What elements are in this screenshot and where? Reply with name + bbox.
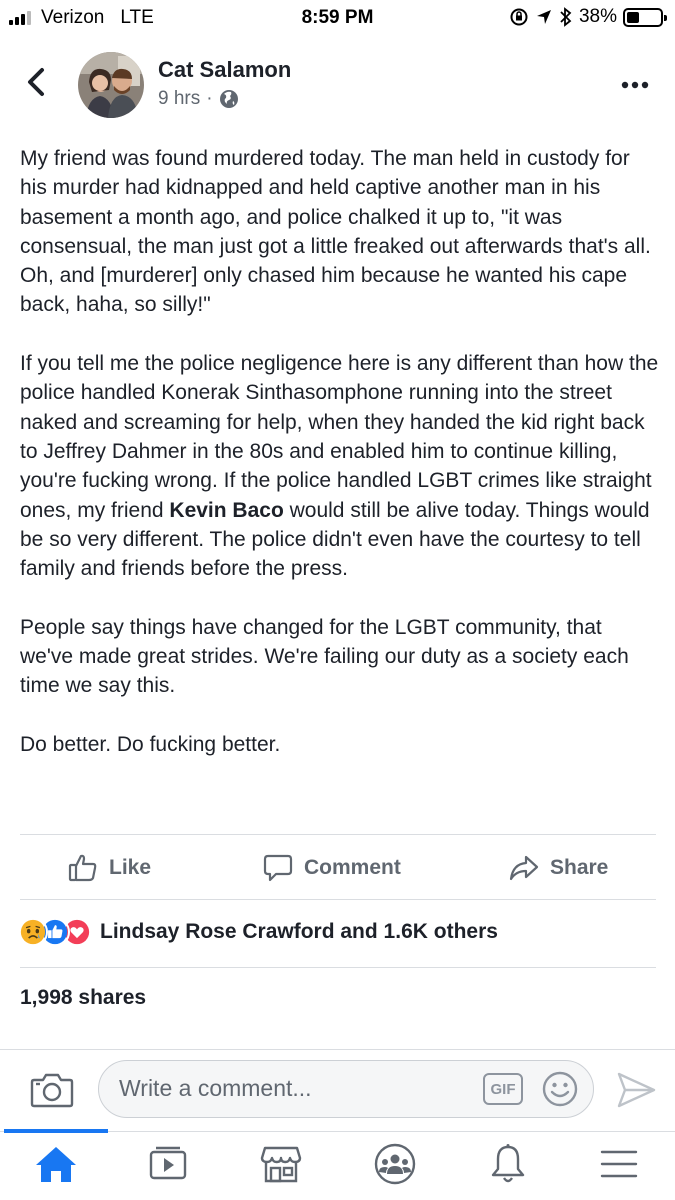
post-paragraph-2: If you tell me the police negligence her… (20, 349, 660, 583)
smiley-icon (542, 1071, 578, 1107)
camera-button[interactable] (30, 1070, 74, 1110)
like-button[interactable]: Like (67, 848, 151, 888)
more-horizontal-icon (621, 81, 649, 89)
nav-marketplace[interactable] (256, 1142, 306, 1186)
gif-button[interactable]: GIF (483, 1073, 523, 1105)
menu-icon (600, 1150, 638, 1178)
notifications-icon (491, 1144, 525, 1183)
battery-percent: 38% (578, 6, 617, 27)
speech-bubble-icon (263, 854, 293, 882)
comment-button[interactable]: Comment (262, 848, 401, 888)
status-right: 38% (509, 6, 667, 28)
share-label: Share (550, 856, 609, 879)
orientation-lock-icon (510, 8, 528, 26)
nav-home[interactable] (31, 1142, 81, 1186)
tagged-friend-link[interactable]: Kevin Baco (169, 499, 283, 522)
back-button[interactable] (22, 62, 52, 102)
watch-icon (149, 1146, 187, 1180)
send-icon (617, 1072, 656, 1108)
like-label: Like (109, 856, 152, 879)
reactions-summary[interactable]: Lindsay Rose Crawford and 1.6K others (18, 917, 498, 947)
post-body: My friend was found murdered today. The … (20, 144, 660, 789)
nav-notifications[interactable] (483, 1142, 533, 1186)
emoji-button[interactable] (541, 1070, 579, 1108)
comment-box: GIF (98, 1060, 594, 1118)
divider (20, 967, 656, 968)
divider (20, 834, 656, 835)
location-arrow-icon (536, 10, 551, 24)
bluetooth-icon (560, 7, 572, 27)
shares-count[interactable]: 1,998 shares (20, 986, 146, 1010)
post-paragraph-1: My friend was found murdered today. The … (20, 147, 651, 317)
home-icon (36, 1147, 76, 1182)
camera-icon (30, 1073, 74, 1108)
sad-reaction-icon (18, 917, 48, 947)
chevron-left-icon (28, 68, 44, 96)
nav-groups[interactable] (370, 1142, 420, 1186)
paragraph-2-text-before: If you tell me the police negligence her… (20, 352, 659, 522)
author-avatar[interactable] (78, 52, 144, 118)
battery-fill (627, 11, 640, 23)
groups-icon (374, 1143, 416, 1185)
reactions-text[interactable]: Lindsay Rose Crawford and 1.6K others (100, 920, 498, 944)
post-paragraph-4: Do better. Do fucking better. (20, 732, 281, 756)
nav-watch[interactable] (143, 1142, 193, 1186)
status-bar: Verizon LTE 8:59 PM 38% (0, 0, 675, 36)
send-button[interactable] (614, 1070, 658, 1110)
divider (20, 899, 656, 900)
post-meta: 9 hrs · (158, 88, 239, 110)
thumbs-up-icon (68, 854, 97, 882)
battery-icon (623, 7, 667, 27)
post-paragraph-3: People say things have changed for the L… (20, 615, 629, 698)
marketplace-icon (260, 1146, 302, 1183)
reaction-icons (18, 917, 92, 947)
author-name[interactable]: Cat Salamon (158, 57, 291, 83)
active-tab-indicator (4, 1129, 108, 1133)
globe-icon[interactable] (219, 89, 239, 109)
comment-input[interactable] (119, 1061, 459, 1116)
comment-label: Comment (304, 856, 401, 879)
share-button[interactable]: Share (508, 848, 608, 888)
divider (0, 1049, 675, 1050)
meta-separator: · (206, 88, 213, 109)
share-arrow-icon (509, 855, 539, 881)
more-options-button[interactable] (618, 70, 652, 100)
post-timestamp[interactable]: 9 hrs (158, 88, 200, 110)
nav-menu[interactable] (594, 1142, 644, 1186)
